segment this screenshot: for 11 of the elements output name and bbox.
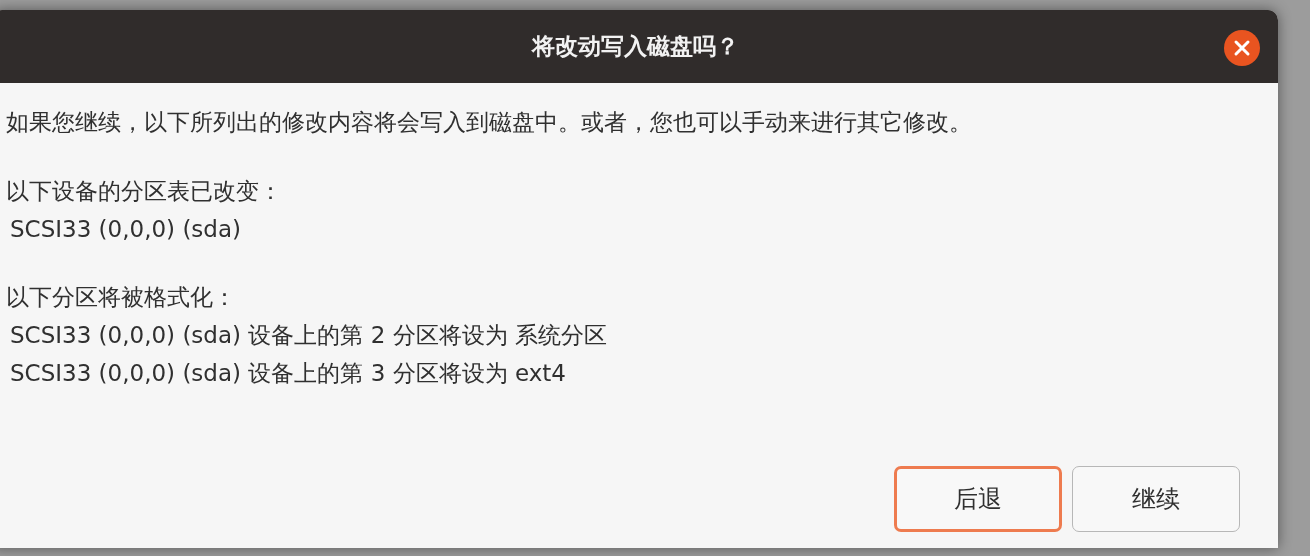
message-text: 如果您继续，以下所列出的修改内容将会写入到磁盘中。或者，您也可以手动来进行其它修改。 — [6, 108, 973, 137]
close-icon — [1233, 39, 1251, 57]
list-item: SCSI33 (0,0,0) (sda) 设备上的第 2 分区将设为 系统分区 — [9, 320, 608, 350]
window-title: 将改动写入磁盘吗？ — [531, 32, 739, 62]
continue-button[interactable]: 继续 — [1072, 466, 1240, 532]
close-button[interactable] — [1224, 30, 1260, 66]
back-button[interactable]: 后退 — [894, 466, 1062, 532]
list-item: SCSI33 (0,0,0) (sda) — [9, 214, 243, 244]
section-heading: 以下分区将被格式化： — [6, 282, 237, 312]
section-heading: 以下设备的分区表已改变： — [6, 176, 283, 206]
list-item: SCSI33 (0,0,0) (sda) 设备上的第 3 分区将设为 ext4 — [9, 358, 567, 388]
